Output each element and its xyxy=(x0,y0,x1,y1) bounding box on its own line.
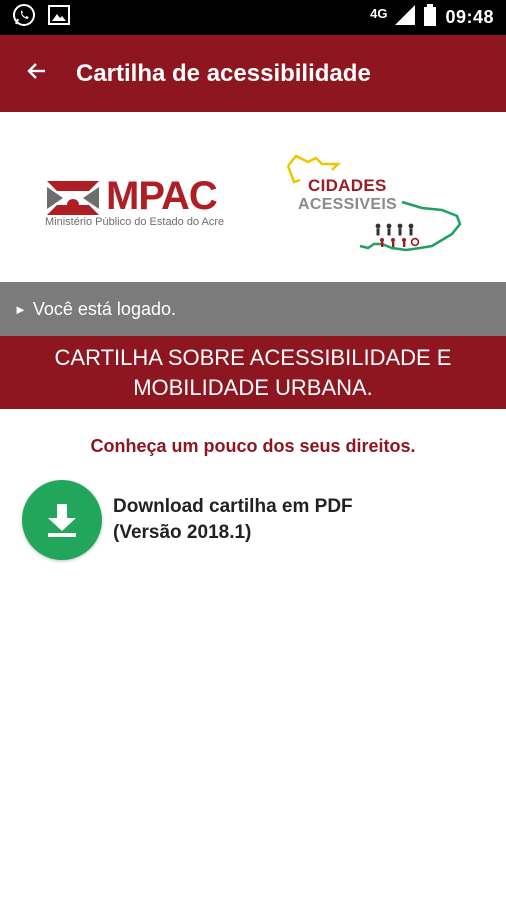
mpac-subtitle: Ministério Público do Estado do Acre xyxy=(45,216,225,228)
cidades-acessiveis-logo: CIDADES ACESSIVEIS xyxy=(282,152,467,262)
download-label[interactable]: Download cartilha em PDF (Versão 2018.1) xyxy=(113,494,353,546)
status-bar: 4G 09:48 xyxy=(0,0,506,35)
rights-subtitle: Conheça um pouco dos seus direitos. xyxy=(90,436,416,456)
mpac-emblem-icon xyxy=(47,181,99,215)
banner-line-2: MOBILIDADE URBANA. xyxy=(133,374,373,400)
download-pdf-button[interactable]: Download cartilha em PDF (Versão 2018.1) xyxy=(22,480,482,560)
download-icon[interactable] xyxy=(22,480,102,560)
login-status-text: Você está logado. xyxy=(32,298,176,319)
login-status-bar: ► Você está logado. xyxy=(0,282,506,336)
logos-section: MPAC Ministério Público do Estado do Acr… xyxy=(0,112,506,282)
status-right: 4G 09:48 xyxy=(370,4,506,31)
section-banner: CARTILHA SOBRE ACESSIBILIDADE E MOBILIDA… xyxy=(0,336,506,409)
mpac-wordmark: MPAC xyxy=(106,174,218,218)
signal-icon xyxy=(395,5,416,30)
page-title: Cartilha de acessibilidade xyxy=(76,59,371,87)
banner-text: CARTILHA SOBRE ACESSIBILIDADE E MOBILIDA… xyxy=(55,343,452,403)
download-label-line-2: (Versão 2018.1) xyxy=(113,522,252,543)
download-label-line-1: Download cartilha em PDF xyxy=(113,496,353,517)
cidades-subtitle: ACESSIVEIS xyxy=(298,196,398,213)
status-left xyxy=(0,3,70,32)
battery-icon xyxy=(423,4,437,31)
image-icon xyxy=(48,5,70,30)
mpac-logo: MPAC Ministério Público do Estado do Acr… xyxy=(45,176,240,232)
cidades-title: CIDADES xyxy=(308,176,387,195)
back-button[interactable] xyxy=(0,35,72,112)
app-bar: Cartilha de acessibilidade xyxy=(0,35,506,112)
play-arrow-icon: ► xyxy=(14,301,27,317)
back-arrow-icon xyxy=(25,60,47,87)
whatsapp-icon xyxy=(12,3,36,32)
network-type: 4G xyxy=(370,6,388,21)
clock: 09:48 xyxy=(445,7,494,27)
banner-line-1: CARTILHA SOBRE ACESSIBILIDADE E xyxy=(54,344,452,370)
